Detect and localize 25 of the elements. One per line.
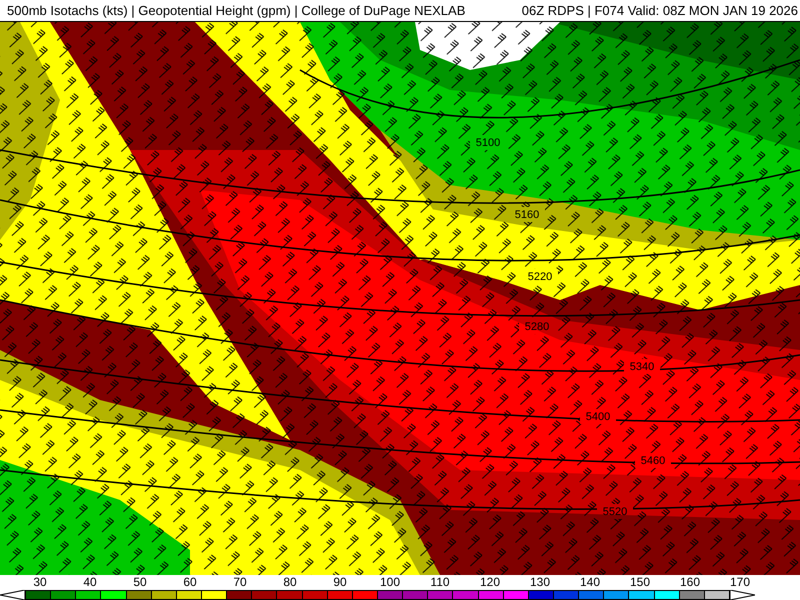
legend-tick-label: 80 <box>282 575 298 589</box>
legend-tick-label: 30 <box>32 575 48 589</box>
contour-label: 5100 <box>476 137 500 149</box>
legend-tick-label: 130 <box>528 575 552 589</box>
legend-tick-label: 140 <box>578 575 602 589</box>
model-run-info: 06Z RDPS | F074 Valid: 08Z MON JAN 19 2026 <box>522 3 798 18</box>
legend-tick-label: 50 <box>132 575 148 589</box>
legend-tick-label: 110 <box>429 575 451 589</box>
legend-tick-label: 150 <box>628 575 652 589</box>
legend-tick-label: 70 <box>232 575 248 589</box>
map-title: 500mb Isotachs (kts) | Geopotential Height (gpm) | College of DuPage NEXLAB <box>7 3 466 18</box>
contour-label: 5280 <box>524 321 550 333</box>
legend-tick-label: 90 <box>332 575 348 589</box>
legend-tick-label: 160 <box>678 575 702 589</box>
contour-label: 5340 <box>630 361 654 373</box>
contour-label: 5220 <box>528 271 552 283</box>
legend-tick-label: 40 <box>82 575 98 589</box>
contour-label: 5160 <box>514 209 540 221</box>
legend-tick-label: 120 <box>478 575 502 589</box>
contour-label: 5400 <box>586 411 610 423</box>
contour-label: 5520 <box>602 506 628 518</box>
contour-label: 5460 <box>640 455 666 467</box>
legend-tick-label: 100 <box>378 575 402 589</box>
legend-tick-label: 60 <box>182 575 198 589</box>
legend-tick-label: 170 <box>728 575 752 589</box>
